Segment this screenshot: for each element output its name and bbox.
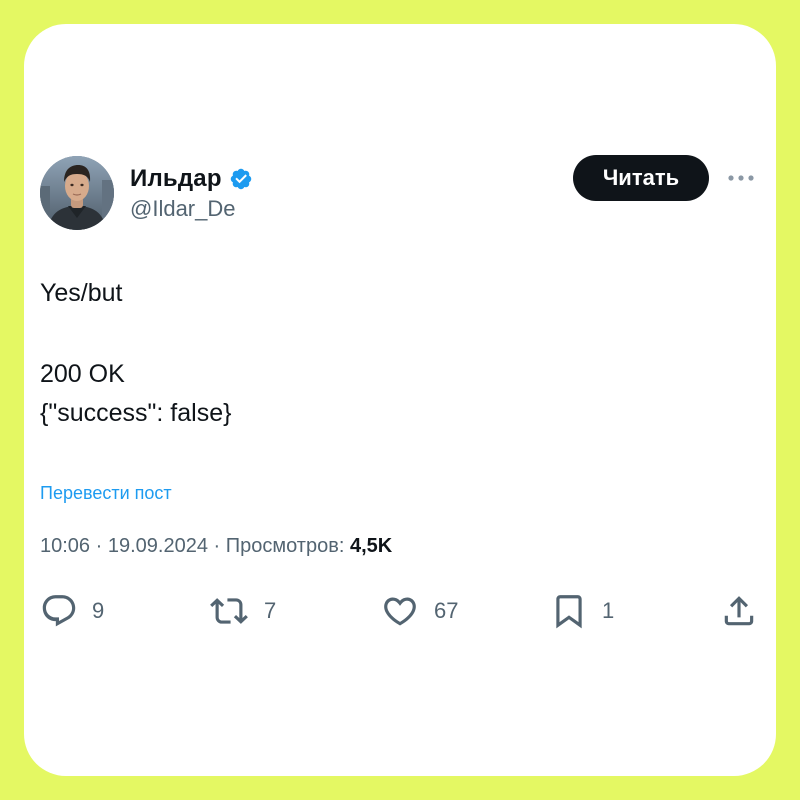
author-handle[interactable]: @Ildar_De <box>130 196 236 222</box>
views-count: 4,5K <box>349 535 393 557</box>
post-text-line-1: Yes/but <box>40 279 123 307</box>
share-button[interactable] <box>720 592 758 630</box>
post-text-line-2: 200 OK <box>40 360 125 388</box>
repost-button[interactable]: 7 <box>208 592 276 630</box>
meta-separator: · <box>207 535 226 557</box>
more-dots-icon <box>728 175 754 181</box>
translate-post-link[interactable]: Перевести пост <box>40 483 172 504</box>
repost-arrows-icon <box>210 598 248 624</box>
like-button[interactable]: 67 <box>380 592 458 630</box>
author-name-row: Ильдар <box>130 164 253 194</box>
share-upload-icon <box>724 596 754 626</box>
post-meta: 10:06 · 19.09.2024 · Просмотров: 4,5K <box>40 535 392 558</box>
verified-badge-icon <box>230 168 251 190</box>
heart-icon <box>384 597 416 626</box>
more-options-button[interactable] <box>726 166 756 190</box>
repost-count: 7 <box>264 598 277 623</box>
author-display-name[interactable]: Ильдар <box>130 165 222 193</box>
bookmark-icon <box>556 595 582 629</box>
post-text-line-3: {"success": false} <box>40 399 232 427</box>
reply-count: 9 <box>92 598 105 623</box>
meta-separator: · <box>90 535 108 557</box>
like-count: 67 <box>434 598 459 623</box>
reply-bubble-icon <box>42 595 76 627</box>
follow-button[interactable]: Читать <box>573 155 709 201</box>
post-time[interactable]: 10:06 <box>40 535 90 557</box>
avatar[interactable] <box>40 156 114 230</box>
avatar-photo <box>40 156 114 230</box>
bookmark-button[interactable]: 1 <box>550 592 614 630</box>
bookmark-count: 1 <box>602 598 615 623</box>
reply-button[interactable]: 9 <box>40 592 104 630</box>
post-card: Ильдар @Ildar_De Читать Yes/but 200 OK {… <box>24 24 776 776</box>
views-label: Просмотров: <box>225 535 345 557</box>
post-date[interactable]: 19.09.2024 <box>108 535 208 557</box>
